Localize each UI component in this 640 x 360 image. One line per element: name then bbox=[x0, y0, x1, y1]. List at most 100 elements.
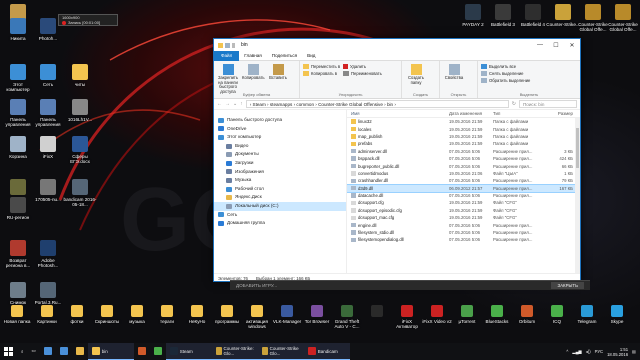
dropdown-icon[interactable] bbox=[232, 42, 235, 48]
nav-item[interactable]: Домашняя группа bbox=[214, 219, 346, 228]
clock[interactable]: 1:51 18.05.2016 bbox=[607, 347, 628, 357]
taskbar-app[interactable] bbox=[56, 343, 72, 360]
desktop-icon[interactable]: Grand Theft Auto V - С... bbox=[332, 305, 362, 329]
taskbar-app[interactable] bbox=[134, 343, 150, 360]
add-game-link[interactable]: ДОБАВИТЬ ИГРУ... bbox=[236, 283, 277, 288]
desktop-icon[interactable]: программы bbox=[212, 305, 242, 324]
desktop-icon[interactable]: µTorrent bbox=[452, 305, 482, 324]
desktop-icon[interactable]: музыка bbox=[122, 305, 152, 324]
desktop-icon[interactable]: Battlefield 3 bbox=[486, 4, 520, 27]
nav-item[interactable]: Этот компьютер bbox=[214, 133, 346, 142]
tab-1[interactable]: Главная bbox=[239, 53, 266, 58]
move-to-button[interactable]: Переместить в bbox=[303, 64, 340, 69]
taskbar-app[interactable]: Counter-Strike Glo... bbox=[257, 343, 304, 360]
volume-icon[interactable]: ◂)) bbox=[586, 349, 591, 354]
file-row[interactable]: dcsupport.cfg 19.05.2016 21:59 Файл "CFG" bbox=[347, 199, 580, 206]
new-folder-button[interactable]: Создать папку bbox=[405, 63, 427, 85]
desktop-icon[interactable]: Скриншоты bbox=[92, 305, 122, 324]
desktop-icon[interactable]: тераги bbox=[152, 305, 182, 324]
copy-button[interactable]: Копировать bbox=[242, 63, 265, 81]
forward-button[interactable]: → bbox=[225, 101, 230, 107]
nav-item[interactable]: Загрузки bbox=[214, 159, 346, 168]
file-row[interactable]: linux32 19.05.2016 21:59 Папка с файлами bbox=[347, 118, 580, 125]
desktop-icon[interactable]: Панель управления bbox=[1, 99, 35, 127]
close-chat-button[interactable]: ЗАКРЫТЬ bbox=[551, 282, 584, 289]
desktop-icon[interactable]: Новая папка bbox=[2, 305, 32, 324]
desktop-icon[interactable]: BlueStacks bbox=[482, 305, 512, 324]
desktop-icon[interactable]: iFixX Video v2 bbox=[422, 305, 452, 324]
close-button[interactable]: ✕ bbox=[564, 42, 580, 49]
desktop-icon[interactable]: Counter-Strike... bbox=[546, 4, 580, 27]
nav-item[interactable]: Изображения bbox=[214, 168, 346, 177]
select-all-button[interactable]: Выделить все bbox=[481, 64, 530, 69]
desktop-icon[interactable]: Корзина bbox=[1, 136, 35, 159]
desktop-icon[interactable]: iFixX bbox=[31, 136, 65, 159]
desktop-icon[interactable]: Сферы ЕГЭ.docx bbox=[63, 136, 97, 164]
title-bar[interactable]: bin — ☐ ✕ bbox=[214, 39, 580, 51]
tab-3[interactable]: Вид bbox=[302, 53, 320, 58]
file-explorer-window[interactable]: bin — ☐ ✕ Файл Главная Поделиться Вид Закре… bbox=[213, 38, 581, 282]
copy-to-button[interactable]: Копировать в bbox=[303, 71, 340, 76]
desktop-icon[interactable]: VLK-Manager bbox=[272, 305, 302, 324]
desktop-icon[interactable]: Battlefield 4 bbox=[516, 4, 550, 27]
file-row[interactable]: datacache.dll 07.05.2016 5:06 Расширение п… bbox=[347, 192, 580, 199]
column-size[interactable]: Размер bbox=[553, 111, 573, 116]
tab-2[interactable]: Поделиться bbox=[267, 53, 302, 58]
file-row[interactable]: dcsupport_episodic.cfg 19.05.2016 21:59 Фа… bbox=[347, 207, 580, 214]
taskbar-app[interactable]: Steam bbox=[165, 343, 212, 360]
search-button[interactable]: ⌕ bbox=[17, 343, 28, 360]
steam-chat-bar[interactable]: ДОБАВИТЬ ИГРУ... ЗАКРЫТЬ bbox=[230, 280, 590, 290]
select-none-button[interactable]: Снять выделение bbox=[481, 71, 530, 76]
vertical-scrollbar[interactable] bbox=[575, 118, 580, 273]
desktop-icon[interactable]: Никита bbox=[1, 18, 35, 41]
tab-0[interactable]: Файл bbox=[214, 50, 240, 61]
refresh-icon[interactable]: ↻ bbox=[512, 101, 516, 107]
nav-item[interactable]: Музыка bbox=[214, 176, 346, 185]
tray-arrow-icon[interactable]: ^ bbox=[566, 349, 568, 354]
nav-item[interactable]: Рабочий стол bbox=[214, 185, 346, 194]
taskbar-app[interactable] bbox=[72, 343, 88, 360]
column-name[interactable]: Имя bbox=[347, 111, 449, 116]
file-row[interactable]: filesystemopendialog.dll 07.05.2016 5:06 Р… bbox=[347, 236, 580, 243]
taskbar-app[interactable]: Bandicam bbox=[303, 343, 350, 360]
taskbar-app[interactable] bbox=[150, 343, 166, 360]
desktop-icon[interactable]: PAYDAY 2 bbox=[456, 4, 490, 27]
nav-item[interactable]: Яндекс.Диск bbox=[214, 193, 346, 202]
pin-button[interactable]: Закрепить на панели быстрого доступа bbox=[217, 63, 239, 94]
desktop-icon[interactable]: Telegram bbox=[572, 305, 602, 324]
desktop-icon[interactable]: читы bbox=[63, 64, 97, 87]
desktop-icon[interactable]: 170505-nu... bbox=[31, 179, 65, 202]
file-row[interactable]: map_publish 19.05.2016 21:59 Папка с файла… bbox=[347, 133, 580, 140]
record-widget[interactable]: 1600x900 Запись [00:01:00] bbox=[58, 14, 118, 26]
desktop-icon[interactable]: Возврат региона в... bbox=[1, 240, 35, 268]
desktop-icon[interactable]: НеКуНо bbox=[182, 305, 212, 324]
file-row[interactable]: filesystem_stdio.dll 07.05.2016 5:06 Расши… bbox=[347, 229, 580, 236]
nav-item[interactable]: OneDrive bbox=[214, 125, 346, 134]
desktop-icon[interactable]: Панель управления bbox=[31, 99, 65, 127]
language-indicator[interactable]: РУС bbox=[595, 349, 603, 354]
file-row[interactable]: crashhandler.dll 07.05.2016 5:06 Расширени… bbox=[347, 177, 580, 184]
file-row[interactable]: engine.dll 07.05.2016 5:06 Расширение прил… bbox=[347, 221, 580, 228]
desktop-icon[interactable]: Tor Browser bbox=[302, 305, 332, 324]
start-button[interactable] bbox=[0, 343, 17, 360]
paste-button[interactable]: Вставить bbox=[267, 63, 289, 81]
desktop-icon[interactable]: Counter-Strike Global Offe... bbox=[606, 4, 640, 32]
desktop-icon[interactable]: Adobe Photosh... bbox=[31, 240, 65, 268]
file-row[interactable]: bsppack.dll 07.05.2016 5:06 Расширение при… bbox=[347, 155, 580, 162]
delete-button[interactable]: Удалить bbox=[343, 64, 382, 69]
task-view-button[interactable]: ▭ bbox=[28, 343, 40, 360]
file-row[interactable]: d3d9.dll 06.09.2012 21:57 Расширение прил.… bbox=[347, 183, 580, 193]
address-bar[interactable]: › Steam › steamapps › common › Counter-S… bbox=[245, 100, 509, 108]
desktop-icon[interactable]: Counter-Strike Global Offe... bbox=[576, 4, 610, 32]
file-row[interactable]: locales 19.05.2016 21:59 Папка с файлами bbox=[347, 125, 580, 132]
invert-selection-button[interactable]: Обратить выделение bbox=[481, 78, 530, 83]
nav-item[interactable]: Документы bbox=[214, 150, 346, 159]
desktop-icon[interactable]: активация windows bbox=[242, 305, 272, 329]
desktop-icon[interactable]: Orbitum bbox=[512, 305, 542, 324]
up-button[interactable]: ↑ bbox=[240, 101, 243, 107]
file-row[interactable]: prefabs 19.05.2016 21:59 Папка с файлами bbox=[347, 140, 580, 147]
desktop-icon[interactable] bbox=[362, 305, 392, 319]
taskbar-app[interactable]: Counter-Strike: Glo... bbox=[211, 343, 258, 360]
notifications-icon[interactable]: ▤ bbox=[632, 349, 636, 354]
network-icon[interactable]: ▂▄▆ bbox=[572, 349, 581, 354]
